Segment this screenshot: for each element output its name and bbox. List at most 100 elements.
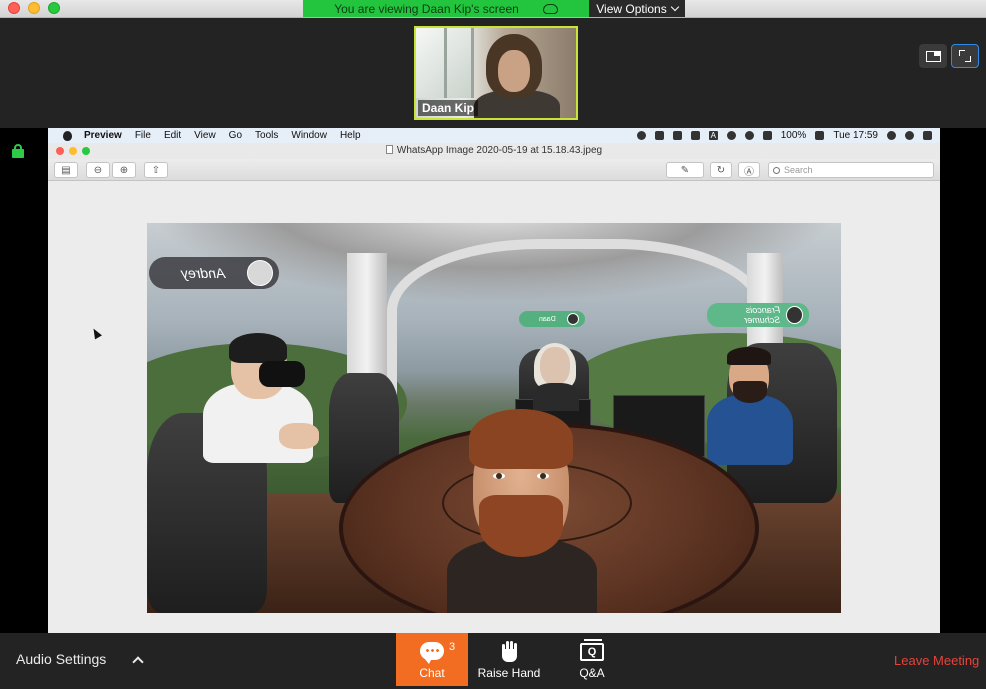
hand-palm [502,649,517,662]
menubar-item-tools[interactable]: Tools [255,130,278,141]
name-tag-daan-text: Daan [539,315,556,323]
avatar-icon [247,260,273,286]
menubar-app-name[interactable]: Preview [84,130,122,141]
fullscreen-icon [959,50,971,62]
apple-menu-icon[interactable] [63,130,72,141]
chat-dots [425,649,439,652]
compass-icon[interactable] [636,131,646,140]
menubar-item-view[interactable]: View [194,130,216,141]
menubar-item-go[interactable]: Go [229,130,242,141]
zoom-in-icon: ⊕ [119,164,129,176]
bluetooth-icon[interactable] [726,131,736,140]
mouse-cursor-icon [90,326,102,340]
spotlight-search-icon[interactable] [887,131,896,140]
menubar-item-help[interactable]: Help [340,130,361,141]
name-tag-francois-text: Francois Schumer [744,305,781,325]
avatar-icon [567,313,579,325]
minimize-window-button[interactable] [28,2,40,14]
rotate-button[interactable]: ↻ [710,162,732,178]
dropbox-icon[interactable] [654,131,664,140]
clipboard-icon[interactable] [672,131,682,140]
input-source-icon[interactable]: A [708,131,718,140]
chevron-down-icon [670,2,679,11]
menubar-item-file[interactable]: File [135,130,151,141]
zoom-out-button[interactable]: ⊖ [86,162,110,178]
name-tag-andrey-text: Andrey [181,265,226,281]
wifi-icon[interactable] [744,131,754,140]
share-icon: ⇧ [151,164,161,176]
avatar-icon [786,306,803,324]
vr-headset-icon [259,361,305,387]
annotate-icon: Ⓐ [744,166,754,178]
shared-image: Andrey Daan Francois Schumer [147,223,841,613]
video-strip: Daan Kip [0,18,986,128]
chat-unread-badge: 3 [449,641,456,653]
preview-minimize-button[interactable] [69,147,77,155]
sidebar-toggle-button[interactable]: ▤ [54,162,78,178]
volume-icon[interactable] [762,131,772,140]
screen-share-banner: You are viewing Daan Kip's screen [303,0,589,17]
share-banner-text: You are viewing Daan Kip's screen [334,1,519,16]
exit-fullscreen-button[interactable] [951,44,979,68]
avatar-left-hand [279,423,319,449]
avatar-main-hair [469,409,573,469]
menubar-item-window[interactable]: Window [291,130,327,141]
search-placeholder: Search [784,165,813,175]
share-button[interactable]: ⇧ [144,162,168,178]
battery-percent: 100% [780,130,807,141]
layout-icon [925,50,941,62]
shared-screen-area: Preview File Edit View Go Tools Window H… [0,128,986,633]
zoom-out-icon: ⊖ [93,164,103,176]
avatar-main-beard [479,495,563,557]
cloud-icon [542,3,558,14]
qa-button[interactable]: Q Q&A [560,633,624,686]
menubar-item-edit[interactable]: Edit [164,130,181,141]
view-options-button[interactable]: View Options [589,0,685,17]
chat-label: Chat [419,666,445,680]
zoom-window: You are viewing Daan Kip's screen View O… [0,0,986,689]
trash-icon[interactable] [690,131,700,140]
participant-name-label: Daan Kip [418,100,479,116]
qa-icon: Q [580,639,604,661]
raise-hand-label: Raise Hand [477,666,541,680]
name-tag-andrey: Andrey [149,257,279,289]
pen-icon: ✎ [680,164,690,176]
sidebar-icon: ▤ [61,164,71,176]
leave-meeting-button[interactable]: Leave Meeting [894,653,979,668]
annotate-button[interactable]: Ⓐ [738,162,760,178]
meeting-controls-bar: Audio Settings 3 Chat Raise Hand Q Q&A L… [0,633,986,689]
preview-zoom-button[interactable] [82,147,90,155]
chevron-up-icon[interactable] [132,656,144,668]
shared-mac-screen: Preview File Edit View Go Tools Window H… [48,128,940,633]
avatar-center-body [533,383,579,411]
avatar-center-head [540,347,570,385]
participant-face [498,50,530,92]
avatar-right-body [707,395,793,465]
preview-close-button[interactable] [56,147,64,155]
siri-icon[interactable] [905,131,914,140]
zoom-in-button[interactable]: ⊕ [112,162,136,178]
participant-video-thumbnail[interactable]: Daan Kip [414,26,578,120]
side-by-side-layout-button[interactable] [919,44,947,68]
audio-settings-button[interactable]: Audio Settings [16,651,106,667]
lock-body [12,149,24,158]
hand-icon [500,640,518,662]
menubar-clock[interactable]: Tue 17:59 [833,130,878,141]
preview-window-titlebar: WhatsApp Image 2020-05-19 at 15.18.43.jp… [48,143,940,159]
battery-icon[interactable] [815,131,825,140]
avatar-left-hair [229,333,287,363]
raise-hand-button[interactable]: Raise Hand [474,633,544,686]
chat-button[interactable]: 3 Chat [396,633,468,686]
fullscreen-window-button[interactable] [48,2,60,14]
preview-search-input[interactable]: Search [768,162,934,178]
name-tag-francois: Francois Schumer [707,303,809,327]
document-icon [385,145,393,154]
avatar-main-eye-right [537,473,549,479]
close-window-button[interactable] [8,2,20,14]
encryption-lock-icon[interactable] [12,144,24,158]
avatar-right-hair [727,347,771,365]
notification-center-icon[interactable] [923,131,932,140]
markup-button[interactable]: ✎ [666,162,704,178]
rotate-icon: ↻ [716,164,726,176]
background-window [416,28,474,98]
